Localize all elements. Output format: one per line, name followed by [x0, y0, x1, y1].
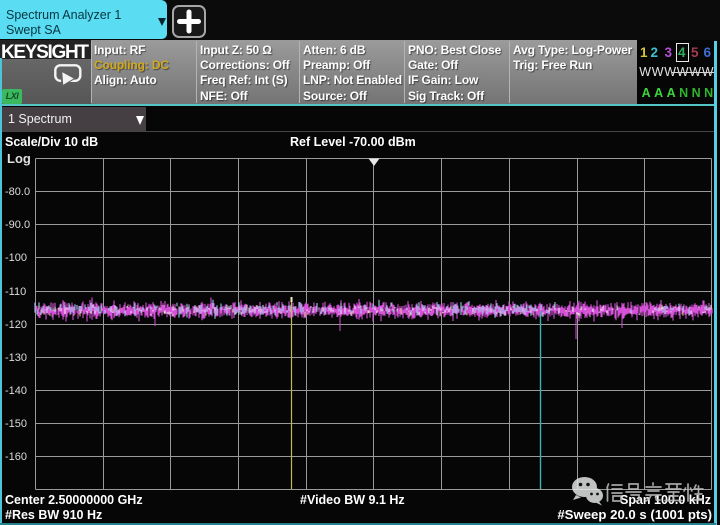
svg-text:-100: -100: [5, 252, 27, 264]
svg-text:-120: -120: [5, 319, 27, 331]
svg-text:-90.0: -90.0: [5, 219, 30, 231]
svg-text:-80.0: -80.0: [5, 186, 30, 198]
svg-text:-140: -140: [5, 385, 27, 397]
svg-text:-110: -110: [5, 286, 26, 298]
svg-text:-150: -150: [5, 418, 27, 430]
svg-text:-130: -130: [5, 352, 27, 364]
svg-text:-160: -160: [5, 451, 27, 463]
